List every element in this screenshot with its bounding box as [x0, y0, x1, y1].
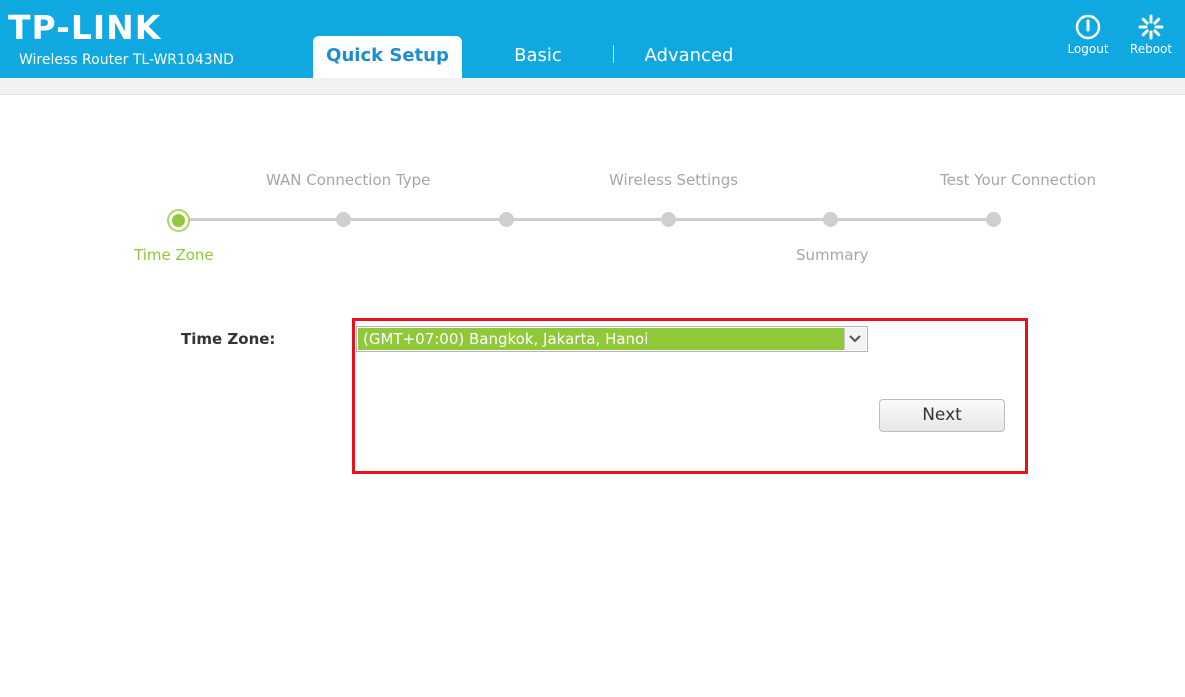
step-label-test: Test Your Connection [940, 171, 1096, 189]
step-label-time-zone: Time Zone [134, 246, 214, 264]
step-dot-5 [823, 212, 838, 227]
step-dot-1 [169, 211, 188, 230]
reboot-icon [1125, 14, 1177, 40]
step-dot-6 [986, 212, 1001, 227]
step-dot-3 [499, 212, 514, 227]
step-label-summary: Summary [796, 246, 869, 264]
power-icon [1062, 14, 1114, 40]
next-button[interactable]: Next [879, 399, 1005, 432]
step-dot-2 [336, 212, 351, 227]
time-zone-label: Time Zone: [181, 330, 276, 348]
brand-logo: TP-LINK [8, 8, 162, 47]
reboot-label: Reboot [1129, 42, 1173, 56]
logout-button[interactable]: Logout [1062, 14, 1114, 56]
logout-label: Logout [1067, 42, 1109, 56]
router-model: Wireless Router TL-WR1043ND [19, 52, 234, 68]
time-zone-select[interactable]: (GMT+07:00) Bangkok, Jakarta, Hanoi [356, 326, 868, 352]
tab-basic[interactable]: Basic [498, 36, 578, 78]
time-zone-selected-value: (GMT+07:00) Bangkok, Jakarta, Hanoi [358, 328, 845, 350]
tab-advanced[interactable]: Advanced [630, 36, 748, 78]
sub-header-bar [0, 78, 1185, 95]
reboot-button[interactable]: Reboot [1125, 14, 1177, 56]
step-label-wireless: Wireless Settings [609, 171, 739, 189]
chevron-down-icon[interactable] [844, 328, 866, 350]
progress-track [178, 218, 994, 221]
step-label-wan: WAN Connection Type [266, 171, 431, 189]
top-header: TP-LINK Wireless Router TL-WR1043ND Quic… [0, 0, 1185, 78]
tab-divider [613, 45, 614, 63]
tab-quick-setup[interactable]: Quick Setup [313, 36, 462, 78]
step-dot-4 [661, 212, 676, 227]
